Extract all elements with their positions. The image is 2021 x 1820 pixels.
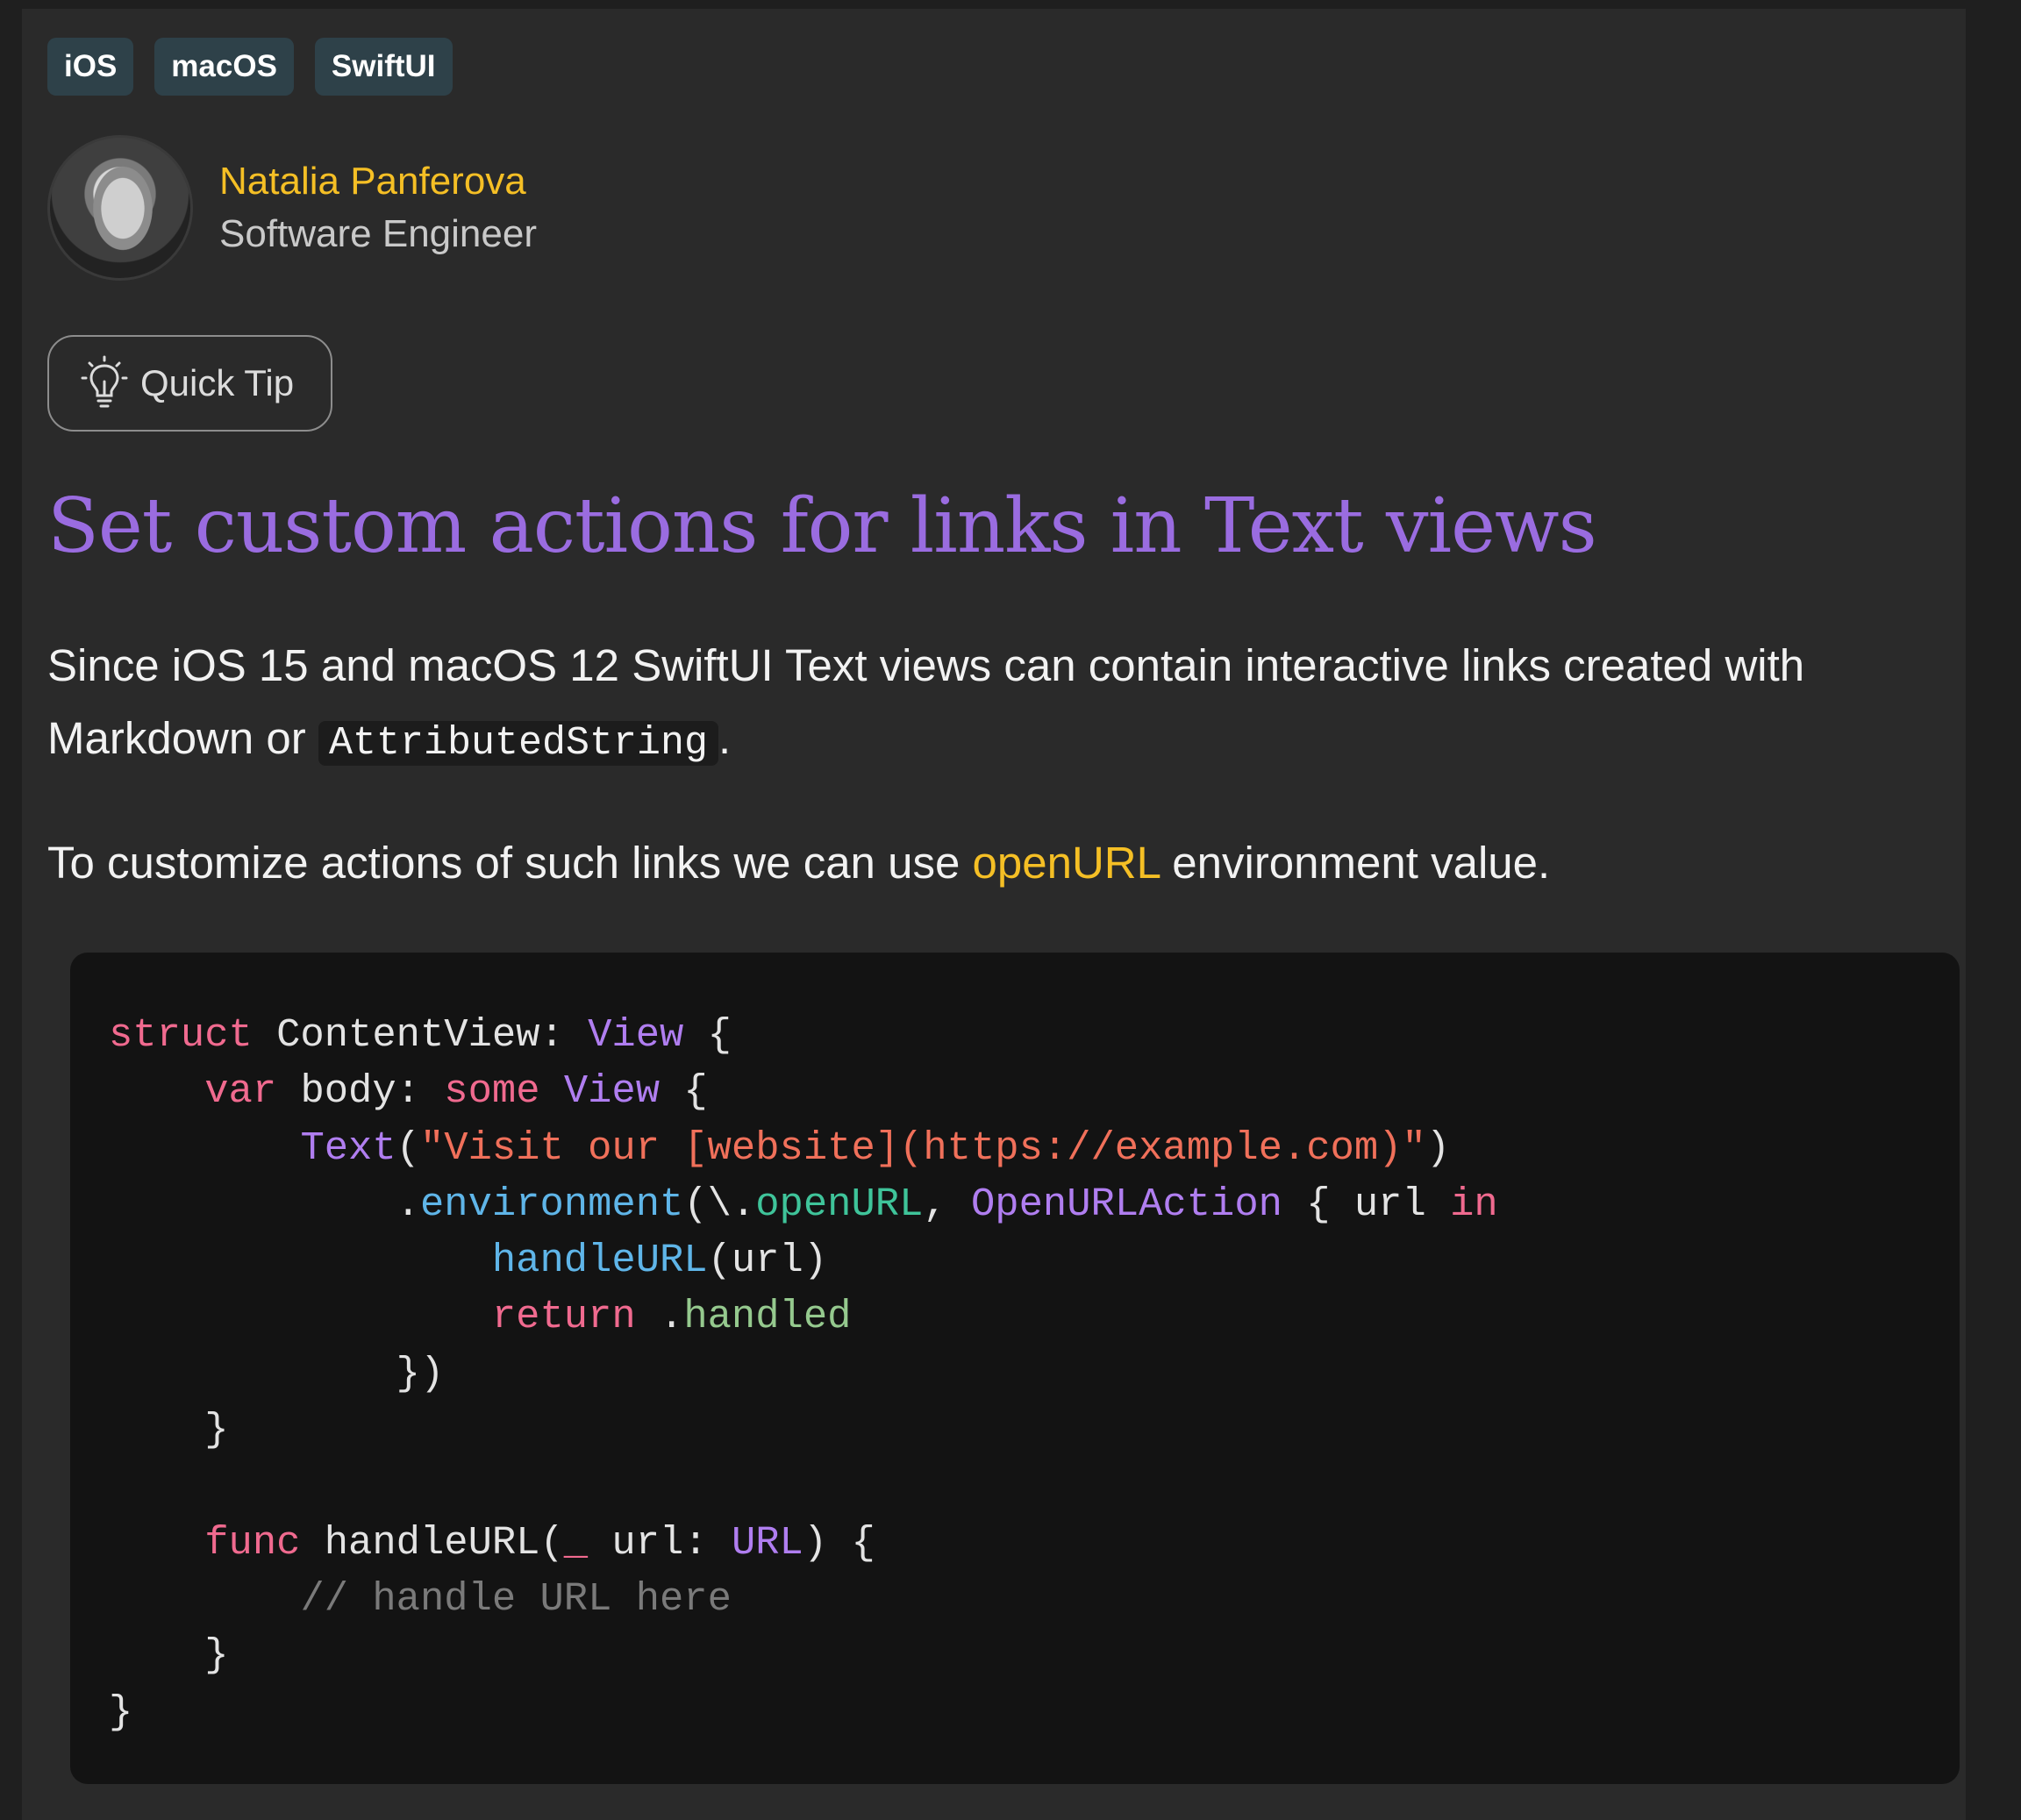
code-line: Text("Visit our [website](https://exampl… <box>109 1120 1498 1176</box>
code-token: } <box>109 1407 229 1453</box>
code-token: in <box>1450 1181 1498 1227</box>
code-line: var body: some View { <box>109 1063 1498 1119</box>
code-token: (\. <box>683 1181 756 1227</box>
code-token: environment <box>419 1181 684 1227</box>
author-info: Natalia Panferova Software Engineer <box>219 155 537 261</box>
openurl-link[interactable]: openURL <box>973 838 1160 888</box>
code-line: } <box>109 1684 1498 1740</box>
code-token: "Visit our [website](https://example.com… <box>419 1124 1426 1171</box>
code-token: func <box>204 1519 301 1566</box>
intro-paragraph: Since iOS 15 and macOS 12 SwiftUI Text v… <box>47 629 1960 780</box>
code-token: _ <box>563 1519 589 1566</box>
code-token: } <box>109 1688 133 1735</box>
inline-code: AttributedString <box>318 721 719 766</box>
intro-text-end: . <box>718 713 732 763</box>
code-line: }) <box>109 1345 1498 1402</box>
code-block[interactable]: struct ContentView: View { var body: som… <box>70 953 1960 1784</box>
code-line: } <box>109 1402 1498 1458</box>
code-token: View <box>563 1068 661 1115</box>
code-token: struct <box>109 1012 253 1058</box>
code-token: View <box>588 1012 684 1058</box>
author-block: Natalia Panferova Software Engineer <box>47 135 537 281</box>
code-line: .environment(\.openURL, OpenURLAction { … <box>109 1176 1498 1232</box>
tag-list: iOS macOS SwiftUI <box>47 38 453 96</box>
code-token: , <box>923 1181 971 1227</box>
author-role: Software Engineer <box>219 212 537 255</box>
code-token: ) { <box>803 1519 875 1566</box>
code-token: handleURL( <box>300 1519 564 1566</box>
code-token: URL <box>731 1519 803 1566</box>
page-title: Set custom actions for links in Text vie… <box>47 482 1597 570</box>
tag-swiftui[interactable]: SwiftUI <box>314 38 453 96</box>
code-token: url: <box>588 1519 732 1566</box>
code-line: handleURL(url) <box>109 1232 1498 1288</box>
code-token: ) <box>1425 1124 1451 1171</box>
code-token: OpenURLAction <box>971 1181 1282 1227</box>
quick-tip-badge: Quick Tip <box>47 335 332 432</box>
code-token: . <box>109 1181 420 1227</box>
code-token: body: <box>276 1068 445 1115</box>
code-content: struct ContentView: View { var body: som… <box>109 1007 1498 1740</box>
tag-ios[interactable]: iOS <box>47 38 134 96</box>
intro-text: Since iOS 15 and macOS 12 SwiftUI Text v… <box>47 640 1805 763</box>
lightbulb-icon <box>81 355 128 408</box>
tag-macos[interactable]: macOS <box>154 38 294 96</box>
code-token: { <box>660 1068 708 1115</box>
code-line: func handleURL(_ url: URL) { <box>109 1515 1498 1571</box>
code-token: Text <box>300 1124 396 1171</box>
code-line: } <box>109 1627 1498 1683</box>
code-token: // handle URL here <box>300 1575 732 1622</box>
code-token: handled <box>683 1294 852 1340</box>
code-token: openURL <box>755 1181 924 1227</box>
author-name[interactable]: Natalia Panferova <box>219 155 537 208</box>
avatar[interactable] <box>47 135 193 281</box>
code-token: return <box>491 1294 636 1340</box>
code-token: { url <box>1282 1181 1451 1227</box>
code-token: { <box>683 1012 732 1058</box>
openurl-text-end: environment value. <box>1160 838 1551 888</box>
code-line: struct ContentView: View { <box>109 1007 1498 1063</box>
code-token: } <box>109 1632 229 1679</box>
code-token: handleURL <box>491 1238 708 1284</box>
code-token: var <box>204 1068 277 1115</box>
code-token: . <box>635 1294 684 1340</box>
code-token: (url) <box>707 1238 828 1284</box>
quick-tip-label: Quick Tip <box>140 362 295 403</box>
openurl-text: To customize actions of such links we ca… <box>47 838 973 888</box>
code-line: // handle URL here <box>109 1571 1498 1627</box>
code-token: ( <box>396 1124 420 1171</box>
openurl-paragraph: To customize actions of such links we ca… <box>47 826 1960 899</box>
code-token: some <box>444 1068 540 1115</box>
code-line: return .handled <box>109 1288 1498 1345</box>
code-token: ContentView: <box>252 1012 589 1058</box>
code-token: }) <box>109 1350 445 1396</box>
